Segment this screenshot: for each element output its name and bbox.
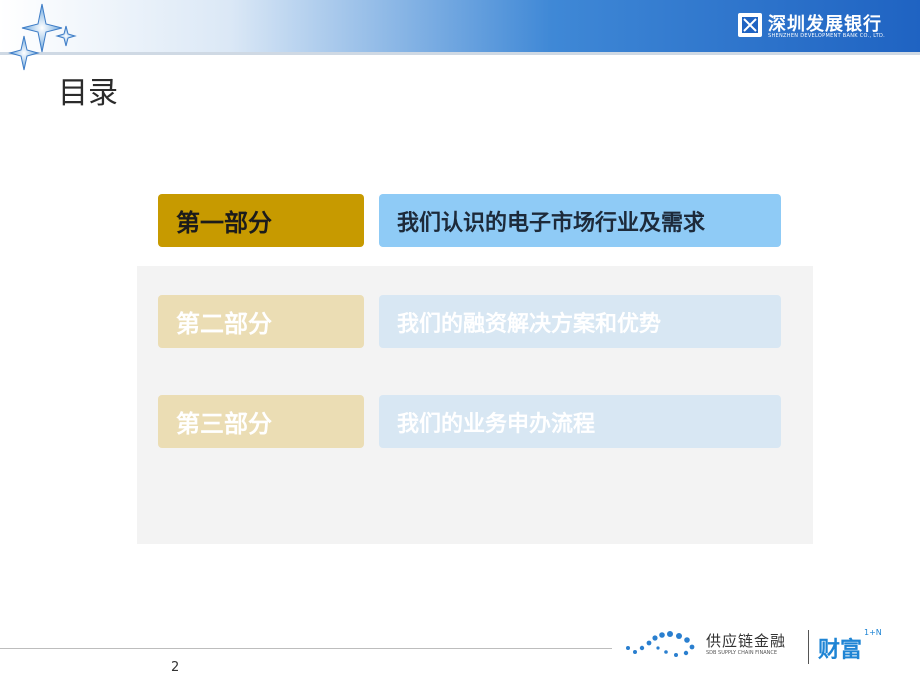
toc-part-1-title[interactable]: 我们认识的电子市场行业及需求 [379, 194, 781, 247]
toc-part-2-title[interactable]: 我们的融资解决方案和优势 [379, 295, 781, 348]
supply-chain-label: 供应链金融 [706, 632, 787, 650]
page-title: 目录 [58, 76, 118, 111]
toc-part-3-label[interactable]: 第三部分 [158, 395, 364, 448]
footer-divider [0, 648, 612, 649]
toc-part-1-label[interactable]: 第一部分 [158, 194, 364, 247]
wealth-label: 财富 [818, 638, 863, 663]
footer-logo-divider [808, 630, 809, 664]
supply-chain-subtitle: SDB SUPPLY CHAIN FINANCE [706, 650, 778, 656]
bank-subtitle: SHENZHEN DEVELOPMENT BANK CO., LTD. [768, 33, 886, 39]
bank-logo-icon [738, 13, 762, 37]
toc-part-3-title[interactable]: 我们的业务申办流程 [379, 395, 781, 448]
toc-part-2-label[interactable]: 第二部分 [158, 295, 364, 348]
wealth-superscript: 1+N [864, 628, 882, 637]
header-divider [0, 52, 920, 55]
page-number: 2 [171, 660, 180, 675]
supply-chain-logo-icon [626, 631, 695, 657]
